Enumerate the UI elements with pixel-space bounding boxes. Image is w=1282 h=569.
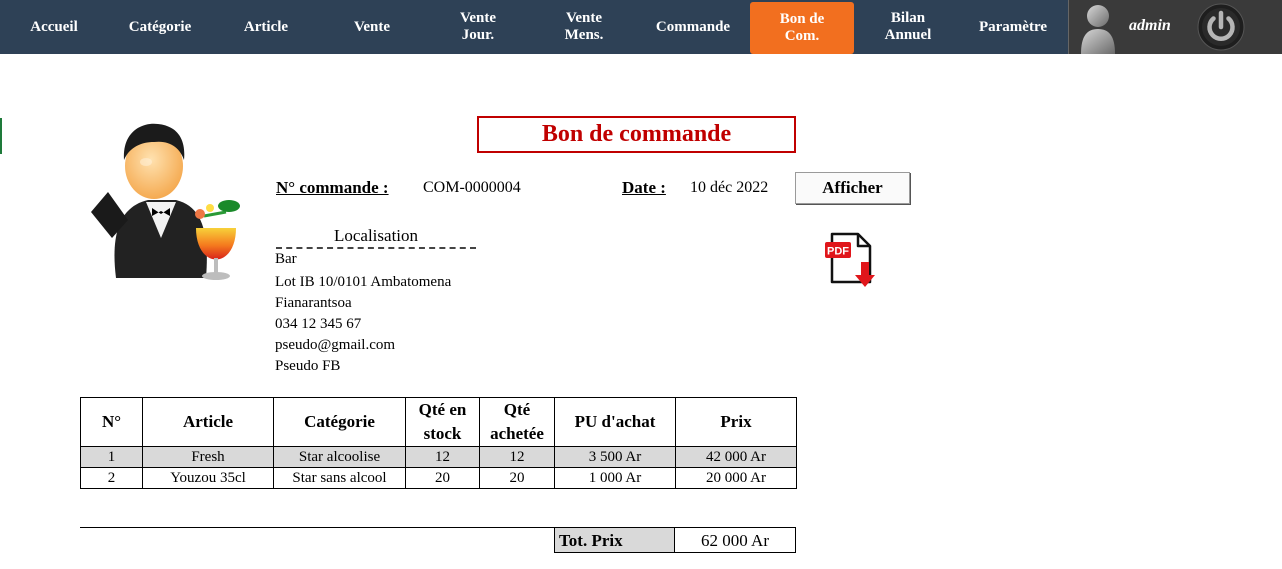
table-cell: 12 [479, 446, 555, 468]
nav-bilan-annuel[interactable]: Bilan Annuel [858, 0, 958, 54]
column-header: PU d'achat [554, 397, 676, 447]
table-cell: Fresh [142, 446, 274, 468]
table-cell: 2 [80, 467, 143, 489]
nav-label: Vente [459, 10, 497, 26]
order-date-label: Date : [622, 178, 666, 197]
nav-label: Article [243, 18, 289, 35]
nav-label: Catégorie [128, 18, 192, 35]
afficher-button[interactable]: Afficher [795, 172, 910, 204]
table-row: 1 Fresh Star alcoolise 12 12 3 500 Ar 42… [80, 446, 797, 468]
column-header: Prix [675, 397, 797, 447]
nav-label: Bon de [779, 11, 825, 27]
table-cell: Star sans alcool [273, 467, 406, 489]
top-nav-bar: Accueil Catégorie Article Vente Vente Jo… [0, 0, 1282, 54]
location-line: Pseudo FB [275, 358, 341, 374]
table-cell: 3 500 Ar [554, 446, 676, 468]
nav-label: Com. [784, 28, 820, 44]
total-value: 62 000 Ar [674, 527, 796, 553]
location-line: pseudo@gmail.com [275, 337, 396, 353]
table-cell: 1 000 Ar [554, 467, 676, 489]
table-cell: 1 [80, 446, 143, 468]
table-row: 2 Youzou 35cl Star sans alcool 20 20 1 0… [80, 467, 797, 489]
nav-label: Bilan [890, 10, 926, 26]
order-number-label: N° commande : [276, 178, 389, 197]
nav-label: Commande [655, 18, 731, 35]
nav-label: Vente [353, 18, 391, 35]
table-header-row: N° Article Catégorie Qté en stock Qté ache… [80, 397, 797, 447]
left-edge-marker [0, 118, 2, 154]
location-line: Bar [275, 251, 297, 267]
table-cell: 20 000 Ar [675, 467, 797, 489]
column-header: N° [80, 397, 143, 447]
total-separator-line [80, 527, 554, 528]
table-cell: 20 [479, 467, 555, 489]
location-line: Fianarantsoa [275, 295, 352, 311]
nav-vente-mens[interactable]: Vente Mens. [534, 0, 634, 54]
nav-categorie[interactable]: Catégorie [110, 0, 210, 54]
pdf-download-icon[interactable]: PDF [824, 232, 878, 288]
location-line: Lot IB 10/0101 Ambatomena [275, 274, 452, 290]
total-label: Tot. Prix [554, 527, 675, 553]
location-title: Localisation [276, 226, 476, 249]
nav-label: Vente [565, 10, 603, 26]
nav-label: Jour. [461, 27, 495, 43]
nav-label: Paramètre [978, 18, 1047, 35]
svg-text:PDF: PDF [827, 246, 849, 258]
nav-label: Annuel [884, 27, 932, 43]
table-cell: Youzou 35cl [142, 467, 274, 489]
nav-vente[interactable]: Vente [322, 0, 422, 54]
user-silhouette-icon [1081, 5, 1115, 54]
username-label: admin [1129, 17, 1171, 34]
nav-article[interactable]: Article [216, 0, 316, 54]
order-items-table: N° Article Catégorie Qté en stock Qté ache… [80, 397, 797, 489]
nav-vente-jour[interactable]: Vente Jour. [428, 0, 528, 54]
nav-commande[interactable]: Commande [640, 0, 746, 54]
waiter-illustration [91, 123, 240, 280]
page-title: Bon de commande [477, 116, 796, 153]
table-cell: 42 000 Ar [675, 446, 797, 468]
table-cell: 12 [405, 446, 480, 468]
order-number-value: COM-0000004 [423, 179, 521, 196]
column-header: Qté en stock [405, 397, 480, 447]
nav-label: Accueil [30, 18, 78, 35]
nav-bon-de-commande[interactable]: Bon de Com. [750, 2, 854, 54]
table-cell: Star alcoolise [273, 446, 406, 468]
column-header: Catégorie [273, 397, 406, 447]
location-line: 034 12 345 67 [275, 316, 362, 332]
nav-accueil[interactable]: Accueil [4, 0, 104, 54]
order-date-value: 10 déc 2022 [690, 179, 769, 196]
nav-label: Mens. [564, 27, 604, 43]
nav-parametre[interactable]: Paramètre [962, 0, 1064, 54]
table-cell: 20 [405, 467, 480, 489]
power-icon[interactable] [1197, 3, 1245, 51]
column-header: Qté achetée [479, 397, 555, 447]
user-area: admin [1068, 0, 1282, 54]
column-header: Article [142, 397, 274, 447]
